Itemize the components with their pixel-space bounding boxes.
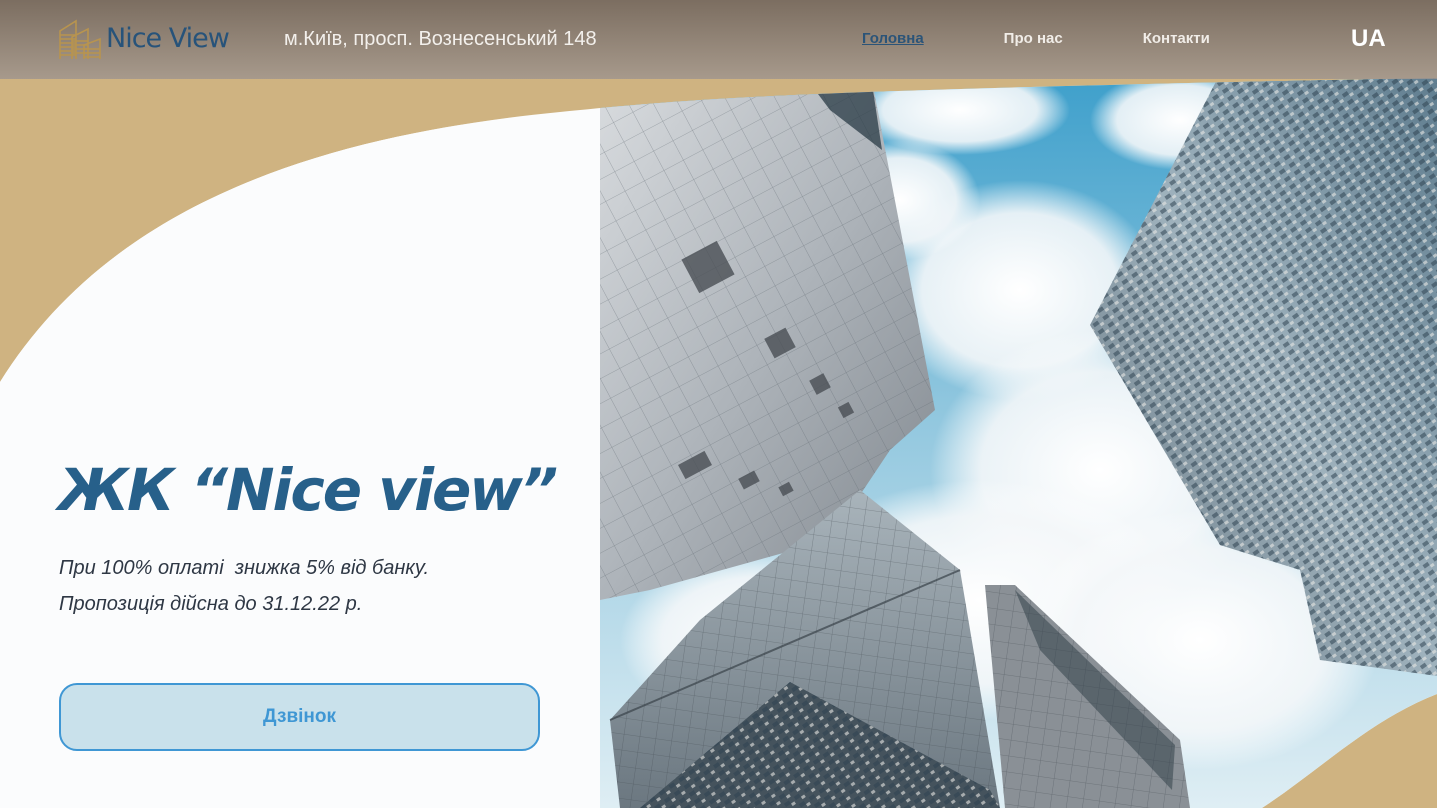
hero-text-line-2: Пропозиція дійсна до 31.12.22 р. [59, 593, 363, 615]
nav-link-contacts[interactable]: Контакти [1143, 28, 1210, 50]
hero-description: При 100% оплаті знижка 5% від банку. Про… [59, 550, 429, 622]
call-button[interactable]: Дзвінок [59, 683, 540, 751]
hero-text-line-1: При 100% оплаті знижка 5% від банку. [59, 557, 430, 579]
logo-text: Nice View [106, 23, 230, 54]
site-header: Nice View м.Київ, просп. Вознесенський 1… [0, 0, 1437, 79]
main-nav: Головна Про нас Контакти [862, 28, 1210, 50]
logo-link[interactable]: Nice View [58, 16, 230, 62]
language-switch[interactable]: UA [1351, 24, 1386, 54]
hero-title: ЖК “Nice view” [58, 456, 558, 524]
buildings-logo-icon [59, 19, 101, 59]
address-text: м.Київ, просп. Вознесенський 148 [284, 28, 597, 50]
nav-link-home[interactable]: Головна [862, 28, 924, 50]
nav-link-about[interactable]: Про нас [1004, 28, 1063, 50]
